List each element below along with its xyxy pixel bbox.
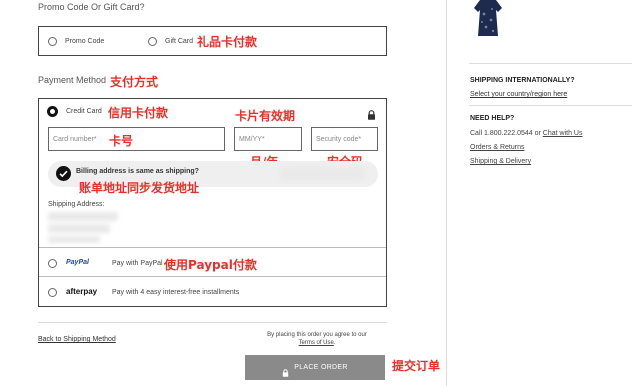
place-order-button[interactable]: PLACE ORDER <box>245 355 385 380</box>
blurred-address-preview <box>280 167 364 180</box>
promo-options-box: Promo Code Gift Card 礼品卡付款 <box>38 26 387 56</box>
need-help-title: NEED HELP? <box>470 115 515 122</box>
paypal-radio[interactable] <box>48 259 57 268</box>
credit-card-radio-dot <box>50 109 55 114</box>
blurred-address-line-2 <box>48 224 110 233</box>
promo-code-radio[interactable] <box>48 37 57 46</box>
payment-options-box: Credit Card 信用卡付款 卡片有效期 Card number* 卡号 … <box>38 98 387 307</box>
help-phone-text: Call 1.800.222.0544 or <box>470 130 541 137</box>
column-divider <box>446 0 447 386</box>
shipping-international-title: SHIPPING INTERNATIONALLY? <box>470 77 575 84</box>
credit-card-label[interactable]: Credit Card <box>66 108 102 115</box>
annotation-paypal: 使用Paypal付款 <box>164 258 257 272</box>
sidebar-divider-1 <box>469 63 632 64</box>
shipping-delivery-link[interactable]: Shipping & Delivery <box>470 158 531 165</box>
lock-icon <box>282 364 289 377</box>
terms-suffix: . <box>333 340 336 346</box>
orders-returns-link[interactable]: Orders & Returns <box>470 144 524 151</box>
terms-text: By placing this order you agree to our T… <box>256 331 378 347</box>
sidebar-divider-2 <box>469 105 632 106</box>
place-order-label: PLACE ORDER <box>294 364 348 371</box>
checkmark-icon <box>56 166 71 181</box>
divider-paypal-afterpay <box>39 276 386 277</box>
lock-icon <box>367 107 376 120</box>
card-number-input[interactable]: Card number* <box>48 127 225 151</box>
security-code-input[interactable]: Security code* <box>311 127 378 151</box>
paypal-label[interactable]: Pay with PayPal <box>112 260 163 267</box>
afterpay-label[interactable]: Pay with 4 easy interest-free installmen… <box>112 289 239 296</box>
help-phone-line: Call 1.800.222.0544 or Chat with Us <box>470 130 582 137</box>
footer-divider <box>38 322 387 323</box>
annotation-credit-card: 信用卡付款 <box>108 106 169 120</box>
annotation-gift-card: 礼品卡付款 <box>197 35 258 49</box>
afterpay-radio[interactable] <box>48 288 57 297</box>
divider-credit-paypal <box>39 247 386 248</box>
gift-card-label[interactable]: Gift Card <box>165 38 193 45</box>
gift-card-radio[interactable] <box>148 37 157 46</box>
terms-of-use-link[interactable]: Terms of Use <box>298 340 333 346</box>
chat-with-us-link[interactable]: Chat with Us <box>543 130 583 137</box>
annotation-place-order: 提交订单 <box>392 359 441 373</box>
billing-same-label: Billing address is same as shipping? <box>76 168 199 175</box>
annotation-billing-address: 账单地址同步发货地址 <box>79 181 200 195</box>
blurred-address-line-3 <box>48 236 100 243</box>
blurred-address-line-1 <box>48 212 118 221</box>
terms-prefix: By placing this order you agree to our <box>267 332 367 338</box>
promo-section-title: Promo Code Or Gift Card? <box>38 2 145 12</box>
annotation-payment-method: 支付方式 <box>110 75 159 89</box>
annotation-card-expiry: 卡片有效期 <box>235 109 296 123</box>
annotation-card-number: 卡号 <box>109 134 134 148</box>
expiry-input[interactable]: MM/YY* <box>234 127 302 151</box>
select-country-link[interactable]: Select your country/region here <box>470 91 567 98</box>
paypal-logo: PayPal <box>66 259 89 266</box>
product-thumbnail[interactable] <box>471 0 505 38</box>
back-to-shipping-link[interactable]: Back to Shipping Method <box>38 336 116 343</box>
payment-method-title: Payment Method <box>38 75 107 85</box>
credit-card-radio-selected[interactable] <box>47 106 58 117</box>
shipping-address-label: Shipping Address: <box>48 201 105 208</box>
promo-code-label[interactable]: Promo Code <box>65 38 104 45</box>
afterpay-logo: afterpay <box>66 287 98 296</box>
